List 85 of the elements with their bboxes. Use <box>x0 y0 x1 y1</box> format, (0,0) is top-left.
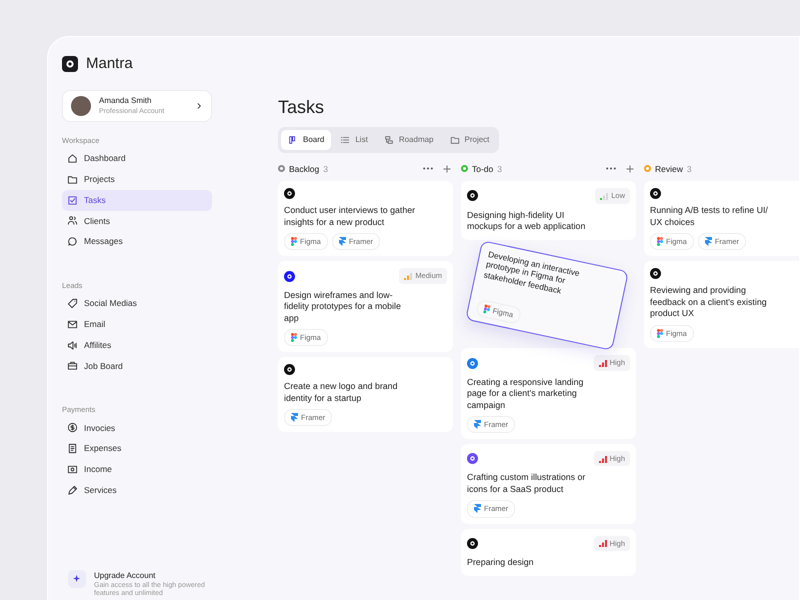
board-icon <box>288 134 298 145</box>
sidebar-item[interactable]: Affilites <box>62 334 212 356</box>
signal-bars-icon <box>404 272 412 280</box>
sidebar-item[interactable]: Dashboard <box>62 148 212 169</box>
signal-bars-icon <box>598 454 607 463</box>
view-tab[interactable]: Roadmap <box>376 130 440 150</box>
folder-icon <box>450 134 460 145</box>
signal-bars-icon <box>598 359 607 368</box>
framer-logo-icon <box>474 504 481 514</box>
sidebar-item[interactable]: Projects <box>62 169 212 190</box>
task-title: Crafting custom illustrations or icons for a SaaS product <box>467 472 586 496</box>
more-icon[interactable] <box>423 167 433 170</box>
sidebar-item[interactable]: Expenses <box>62 438 212 459</box>
profile-name: Amanda Smith <box>99 94 152 106</box>
figma-logo-icon <box>657 328 663 338</box>
column-count: 3 <box>323 162 328 176</box>
sidebar-item[interactable]: Income <box>62 459 212 480</box>
task-title: Design wireframes and low-fidelity prototypes for a mobile app <box>284 290 402 324</box>
sidebar-item[interactable]: Job Board <box>62 356 212 376</box>
column-title: Review <box>655 162 683 176</box>
users-icon <box>67 215 78 226</box>
view-tab[interactable]: Board <box>281 130 332 150</box>
banknote-icon <box>67 464 78 475</box>
company-logo-icon <box>650 188 661 200</box>
company-logo-icon <box>284 270 295 282</box>
signal-bars-icon <box>598 539 607 548</box>
task-title: Create a new logo and brand identity for a startup <box>284 381 398 404</box>
tag-icon <box>67 298 78 310</box>
folder-icon <box>67 174 78 185</box>
sidebar-item[interactable]: Social Medias <box>62 293 212 314</box>
sidebar-item[interactable]: Clients <box>62 210 212 232</box>
home-icon <box>67 153 78 164</box>
company-logo-icon <box>467 190 478 202</box>
task-title: Running A/B tests to refine UI/ UX choices <box>650 205 769 228</box>
figma-logo-icon <box>482 304 491 315</box>
avatar <box>71 96 91 116</box>
checkbox-icon <box>67 194 78 206</box>
sidebar-item[interactable]: Email <box>62 314 212 335</box>
document-icon <box>67 443 78 454</box>
upgrade-title: Upgrade Account <box>94 570 156 582</box>
sparkle-icon <box>68 570 86 588</box>
column-count: 3 <box>497 162 502 176</box>
page-title: Tasks <box>278 97 326 119</box>
mail-icon <box>67 318 78 330</box>
company-logo-icon <box>650 268 661 280</box>
task-title: Conduct user interviews to gather insights for a new product <box>284 205 416 228</box>
company-logo-icon <box>284 188 295 200</box>
company-logo-icon <box>284 364 295 376</box>
list-icon <box>340 134 350 145</box>
framer-logo-icon <box>474 420 481 430</box>
task-title: Reviewing and providing feedback on a client's existing product UX <box>650 285 768 320</box>
view-tab[interactable]: List <box>333 130 375 150</box>
chevron-right-icon <box>195 102 203 110</box>
more-icon[interactable] <box>606 167 616 170</box>
chat-icon <box>67 236 78 248</box>
signal-bars-icon <box>600 192 608 200</box>
task-title: Creating a responsive landing page for a client's marketing campaign <box>467 376 584 411</box>
framer-logo-icon <box>291 413 298 422</box>
figma-logo-icon <box>291 237 297 246</box>
framer-logo-icon <box>704 237 712 246</box>
pen-icon <box>67 484 78 496</box>
framer-logo-icon <box>338 237 346 246</box>
add-icon[interactable] <box>443 164 451 173</box>
figma-logo-icon <box>291 333 297 342</box>
task-title: Designing high-fidelity UI mockups for a web application <box>467 210 586 232</box>
roadmap-icon <box>384 134 394 145</box>
sidebar-item[interactable]: Invocies <box>62 418 212 438</box>
coin-icon <box>67 422 78 434</box>
company-logo-icon <box>467 538 478 549</box>
column-title: Backlog <box>289 162 320 176</box>
add-icon[interactable] <box>626 164 634 173</box>
briefcase-icon <box>67 360 78 372</box>
sidebar-item[interactable]: Messages <box>62 231 212 252</box>
column-count: 3 <box>686 162 692 176</box>
task-title: Preparing design <box>467 556 535 568</box>
column-title: To-do <box>472 162 494 176</box>
logo-icon <box>62 56 78 72</box>
app-name: Mantra <box>86 54 133 74</box>
figma-logo-icon <box>657 237 663 246</box>
sidebar-item[interactable]: Services <box>62 480 212 500</box>
sidebar-item[interactable]: Tasks <box>62 190 212 210</box>
company-logo-icon <box>467 358 478 369</box>
speaker-icon <box>67 340 78 351</box>
view-tab[interactable]: Project <box>442 130 496 150</box>
company-logo-icon <box>467 453 478 464</box>
